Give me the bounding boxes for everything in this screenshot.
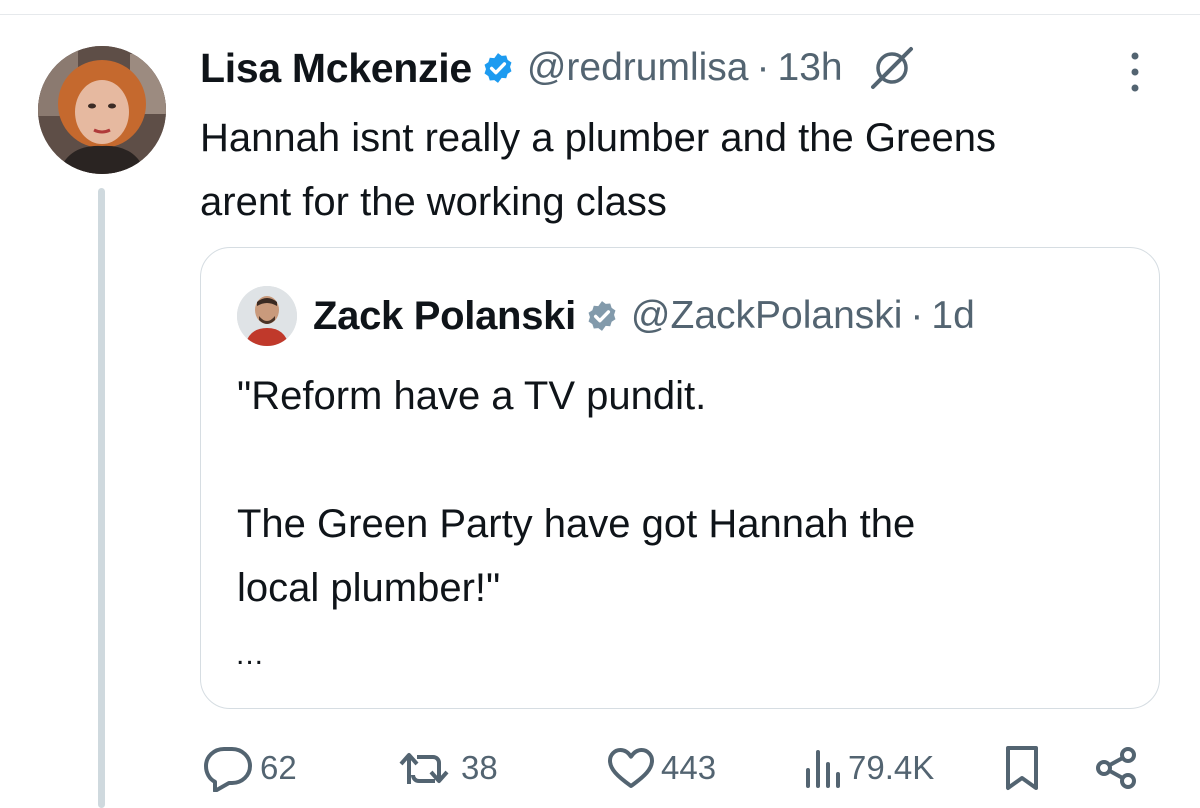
top-divider <box>0 0 1200 15</box>
tweet-text: Hannah isnt really a plumber and the Gre… <box>200 116 997 224</box>
like-button[interactable]: 443 <box>605 738 716 798</box>
reply-button[interactable]: 62 <box>200 738 297 798</box>
tweet-time[interactable]: 13h <box>778 46 843 90</box>
views-count: 79.4K <box>848 749 935 786</box>
grok-icon[interactable] <box>867 43 917 93</box>
heart-icon <box>608 748 654 788</box>
quoted-tweet-header: Zack Polanski @ZackPolanski · 1d <box>237 286 975 346</box>
quoted-tweet-card[interactable]: Zack Polanski @ZackPolanski · 1d "Reform… <box>200 247 1160 709</box>
verified-badge-icon <box>481 51 515 85</box>
quoted-tweet-truncation: ... <box>236 638 265 671</box>
author-avatar[interactable] <box>38 46 166 174</box>
gray-verified-badge-icon <box>585 299 619 333</box>
author-name[interactable]: Lisa Mckenzie <box>200 45 472 92</box>
share-button[interactable] <box>1092 738 1140 798</box>
bookmark-icon <box>1006 746 1038 790</box>
reply-icon <box>204 747 252 792</box>
retweet-count: 38 <box>461 749 498 786</box>
quoted-author-name: Zack Polanski <box>313 293 576 338</box>
quoted-tweet-time: 1d <box>931 294 975 337</box>
retweet-button[interactable]: 38 <box>395 738 498 798</box>
views-button[interactable]: 79.4K <box>800 738 934 798</box>
quoted-dot-separator: · <box>910 294 924 337</box>
tweet-header: Lisa Mckenzie @redrumlisa · 13h <box>200 40 917 96</box>
dot-separator: · <box>756 46 770 89</box>
action-bar: 62 38 443 79.4K <box>200 738 1160 798</box>
like-count: 443 <box>661 749 717 786</box>
share-icon <box>1096 747 1136 789</box>
quoted-author-avatar <box>237 286 297 346</box>
quoted-tweet-text: "Reform have a TV pundit. The Green Part… <box>237 374 916 610</box>
thread-line <box>98 188 105 808</box>
retweet-icon <box>399 753 449 784</box>
bookmark-button[interactable] <box>1000 738 1044 798</box>
more-vertical-icon[interactable] <box>1125 50 1145 99</box>
views-icon <box>806 750 840 788</box>
reply-count: 62 <box>260 749 297 786</box>
quoted-author-handle: @ZackPolanski <box>630 294 903 337</box>
author-handle[interactable]: @redrumlisa <box>527 46 749 90</box>
